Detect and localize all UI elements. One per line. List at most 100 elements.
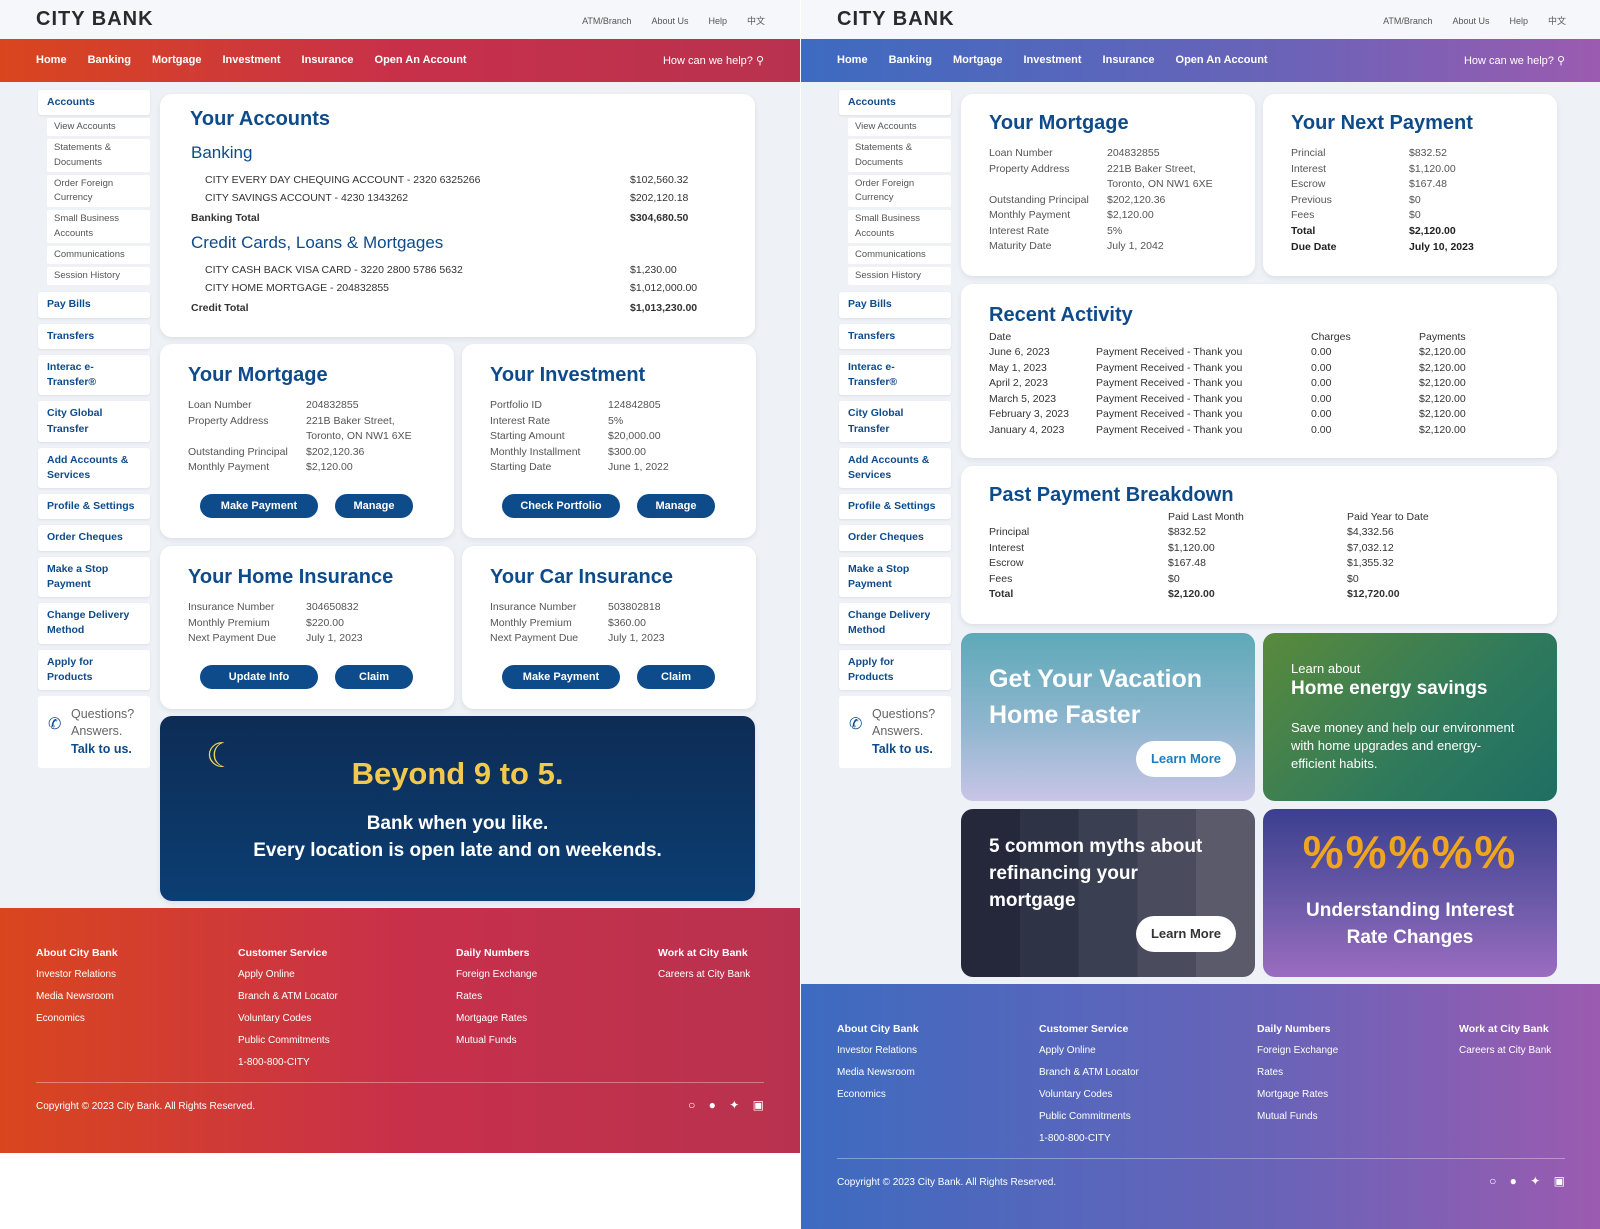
footer-link[interactable]: Media Newsroom [837, 1062, 919, 1084]
footer-link[interactable]: Public Commitments [1039, 1106, 1139, 1128]
help-search[interactable]: How can we help? ⚲ [663, 54, 764, 67]
sidebar-item[interactable]: Make a Stop Payment [839, 556, 951, 598]
table-row[interactable]: February 3, 2023 Payment Received - Thank… [989, 407, 1519, 423]
sidebar-subitem[interactable]: Small Business Accounts [848, 210, 951, 243]
sidebar-subitem[interactable]: Order Foreign Currency [47, 174, 150, 208]
table-row[interactable]: March 5, 2023 Payment Received - Thank yo… [989, 391, 1519, 407]
footer-link[interactable]: Branch & ATM Locator [1039, 1062, 1139, 1084]
secondary-action-button[interactable]: Claim [637, 665, 715, 689]
learn-more-button[interactable]: Learn More [1136, 741, 1236, 777]
footer-link[interactable]: Careers at City Bank [1459, 1040, 1551, 1062]
linkedin-icon[interactable]: ▣ [753, 1098, 764, 1112]
sidebar-item[interactable]: Order Cheques [38, 525, 150, 551]
footer-link[interactable]: Rates [456, 986, 537, 1008]
nav-item[interactable]: Insurance [302, 54, 354, 66]
footer-link[interactable]: Mutual Funds [456, 1030, 537, 1052]
twitter-icon[interactable]: ✦ [1530, 1174, 1540, 1188]
footer-link[interactable]: Mutual Funds [1257, 1106, 1338, 1128]
nav-item[interactable]: Open An Account [375, 54, 467, 66]
footer-link[interactable]: Apply Online [1039, 1040, 1139, 1062]
instagram-icon[interactable]: ○ [688, 1098, 695, 1112]
sidebar-subitem[interactable]: Session History [47, 267, 150, 286]
contact-box[interactable]: ✆ Questions? Answers. Talk to us. [38, 695, 150, 768]
refinancing-myths-promo[interactable]: 5 common myths about refinancing your mort… [961, 809, 1255, 977]
nav-item[interactable]: Investment [222, 54, 280, 66]
footer-link[interactable]: Branch & ATM Locator [238, 986, 338, 1008]
secondary-action-button[interactable]: Manage [335, 494, 413, 518]
top-link[interactable]: About Us [1452, 16, 1489, 26]
talk-to-us-link[interactable]: Talk to us. [872, 742, 933, 756]
twitter-icon[interactable]: ✦ [729, 1098, 739, 1112]
sidebar-item[interactable]: City Global Transfer [38, 401, 150, 442]
city-bank-logo[interactable]: CITY BANK [36, 8, 154, 31]
linkedin-icon[interactable]: ▣ [1554, 1174, 1565, 1188]
sidebar-item[interactable]: Apply for Products [38, 649, 150, 690]
footer-link[interactable]: Foreign Exchange [1257, 1040, 1338, 1062]
top-link[interactable]: 中文 [747, 16, 765, 26]
top-link[interactable]: 中文 [1548, 16, 1566, 26]
help-search[interactable]: How can we help? ⚲ [1464, 54, 1565, 67]
sidebar-item-accounts[interactable]: Accounts [839, 90, 951, 116]
sidebar-subitem[interactable]: Small Business Accounts [47, 210, 150, 243]
top-link[interactable]: Help [1509, 16, 1528, 26]
footer-link[interactable]: Careers at City Bank [658, 964, 750, 986]
sidebar-item-accounts[interactable]: Accounts [38, 90, 150, 116]
sidebar-item[interactable]: Transfers [839, 323, 951, 349]
sidebar-item[interactable]: Pay Bills [839, 292, 951, 318]
top-link[interactable]: About Us [651, 16, 688, 26]
nav-item[interactable]: Investment [1023, 54, 1081, 66]
vacation-home-promo[interactable]: Get Your Vacation Home Faster Learn More [961, 633, 1255, 801]
sidebar-item[interactable]: Profile & Settings [38, 494, 150, 520]
top-link[interactable]: Help [708, 16, 727, 26]
facebook-icon[interactable]: ● [1510, 1174, 1517, 1188]
primary-action-button[interactable]: Make Payment [502, 665, 620, 689]
sidebar-subitem[interactable]: Communications [848, 245, 951, 265]
footer-link[interactable]: Apply Online [238, 964, 338, 986]
sidebar-item[interactable]: Interac e-Transfer® [38, 354, 150, 396]
secondary-action-button[interactable]: Claim [335, 665, 413, 689]
secondary-action-button[interactable]: Manage [637, 494, 715, 518]
talk-to-us-link[interactable]: Talk to us. [71, 742, 132, 756]
sidebar-item[interactable]: Make a Stop Payment [38, 556, 150, 598]
footer-link[interactable]: Voluntary Codes [1039, 1084, 1139, 1106]
nav-item[interactable]: Banking [889, 54, 932, 66]
footer-link[interactable]: Economics [36, 1008, 118, 1030]
energy-savings-promo[interactable]: Learn about Home energy savings Save mon… [1263, 633, 1557, 801]
primary-action-button[interactable]: Make Payment [200, 494, 318, 518]
city-bank-logo[interactable]: CITY BANK [837, 8, 955, 31]
nav-item[interactable]: Mortgage [953, 54, 1003, 66]
top-link[interactable]: ATM/Branch [582, 16, 631, 26]
footer-link[interactable]: Media Newsroom [36, 986, 118, 1008]
footer-link[interactable]: Foreign Exchange [456, 964, 537, 986]
sidebar-item[interactable]: Add Accounts & Services [38, 447, 150, 489]
sidebar-subitem[interactable]: Statements & Documents [848, 139, 951, 172]
sidebar-item[interactable]: City Global Transfer [839, 401, 951, 442]
sidebar-subitem[interactable]: View Accounts [47, 118, 150, 137]
interest-rate-promo[interactable]: %%%%% Understanding Interest Rate Changes [1263, 809, 1557, 977]
sidebar-item[interactable]: Order Cheques [839, 525, 951, 551]
top-link[interactable]: ATM/Branch [1383, 16, 1432, 26]
footer-link[interactable]: Mortgage Rates [1257, 1084, 1338, 1106]
facebook-icon[interactable]: ● [709, 1098, 716, 1112]
sidebar-item[interactable]: Change Delivery Method [839, 603, 951, 644]
footer-link[interactable]: Public Commitments [238, 1030, 338, 1052]
nav-item[interactable]: Home [36, 54, 67, 66]
sidebar-item[interactable]: Apply for Products [839, 649, 951, 690]
primary-action-button[interactable]: Update Info [200, 665, 318, 689]
nav-item[interactable]: Home [837, 54, 868, 66]
nav-item[interactable]: Mortgage [152, 54, 202, 66]
footer-link[interactable]: Mortgage Rates [456, 1008, 537, 1030]
footer-link[interactable]: 1-800-800-CITY [1039, 1128, 1139, 1150]
table-row[interactable]: January 4, 2023 Payment Received - Thank … [989, 422, 1519, 438]
table-row[interactable]: May 1, 2023 Payment Received - Thank you 0… [989, 360, 1519, 376]
footer-link[interactable]: Voluntary Codes [238, 1008, 338, 1030]
instagram-icon[interactable]: ○ [1489, 1174, 1496, 1188]
learn-more-button[interactable]: Learn More [1136, 916, 1236, 952]
primary-action-button[interactable]: Check Portfolio [502, 494, 620, 518]
footer-link[interactable]: Investor Relations [837, 1040, 919, 1062]
footer-link[interactable]: 1-800-800-CITY [238, 1052, 338, 1074]
sidebar-subitem[interactable]: Communications [47, 245, 150, 265]
sidebar-item[interactable]: Interac e-Transfer® [839, 354, 951, 396]
footer-link[interactable]: Rates [1257, 1062, 1338, 1084]
table-row[interactable]: June 6, 2023 Payment Received - Thank you… [989, 345, 1519, 361]
